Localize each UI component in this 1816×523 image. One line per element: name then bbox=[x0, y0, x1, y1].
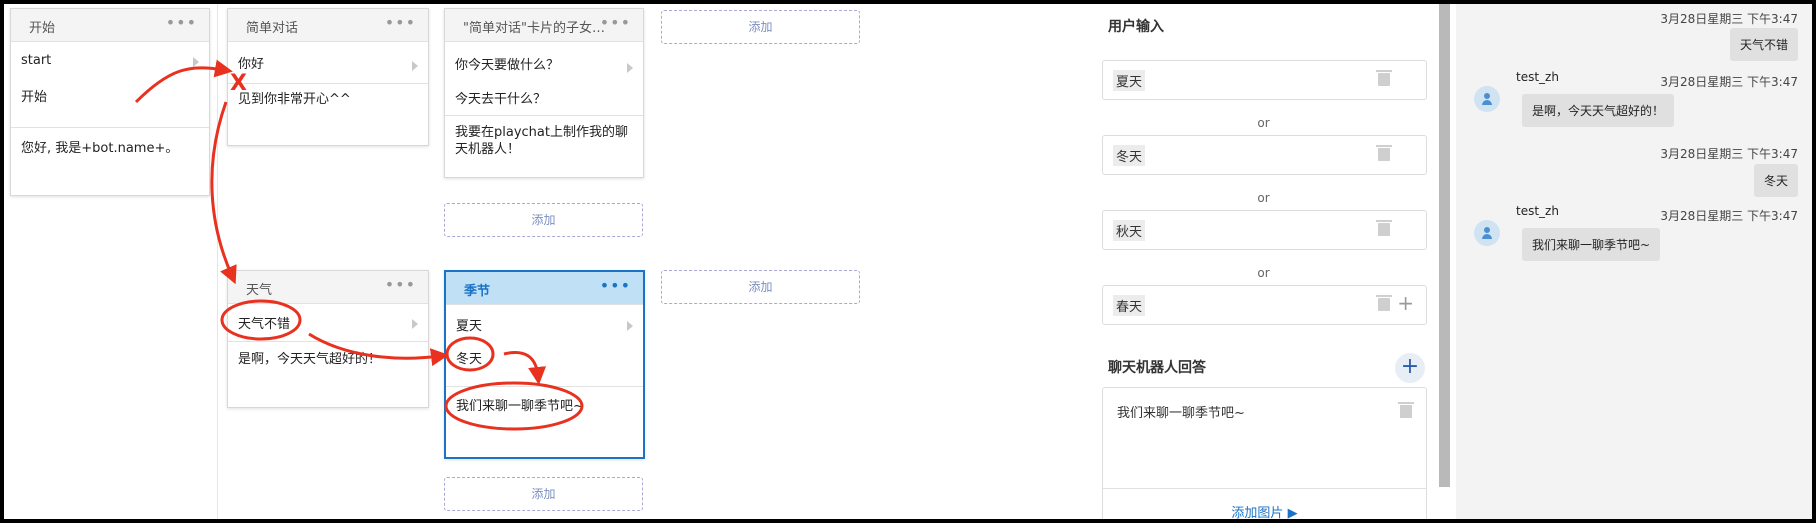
screenshot-frame: 开始 ••• start 开始 您好, 我是+bot.name+。 简单对话 •… bbox=[4, 4, 1812, 519]
user-input-title: 用户输入 bbox=[1108, 19, 1164, 35]
trash-icon[interactable] bbox=[1376, 145, 1392, 161]
user-message-bubble: 冬天 bbox=[1753, 164, 1798, 197]
bot-answer-title: 聊天机器人回答 bbox=[1108, 360, 1206, 376]
trash-icon[interactable] bbox=[1398, 402, 1414, 418]
bot-name: test_zh bbox=[1516, 70, 1559, 84]
add-input-icon[interactable]: + bbox=[1397, 293, 1414, 313]
dialog-graph-canvas: 开始 ••• start 开始 您好, 我是+bot.name+。 简单对话 •… bbox=[4, 4, 1086, 519]
input-value[interactable]: 春天 bbox=[1113, 295, 1146, 316]
annotation-arrow bbox=[210, 101, 237, 285]
annotation-arrow bbox=[134, 59, 233, 104]
message-timestamp: 3月28日星期三 下午3:47 bbox=[1660, 75, 1798, 89]
add-image-label[interactable]: 添加图片 bbox=[1231, 506, 1283, 519]
bot-message-bubble: 我们来聊一聊季节吧~ bbox=[1522, 228, 1661, 261]
annotation-circle bbox=[444, 381, 584, 431]
chat-log-panel: 3月28日星期三 下午3:47 天气不错 test_zh 3月28日星期三 下午… bbox=[1456, 4, 1812, 519]
or-separator: or bbox=[1257, 266, 1270, 280]
message-timestamp: 3月28日星期三 下午3:47 bbox=[1660, 12, 1798, 26]
bot-answer-box[interactable]: 我们来聊一聊季节吧~ 添加图片 ▶ bbox=[1102, 387, 1427, 519]
user-input-field[interactable]: 秋天 bbox=[1102, 210, 1427, 250]
annotation-x-mark: X bbox=[230, 71, 247, 96]
annotation-arrow bbox=[503, 351, 547, 385]
annotation-overlay: X bbox=[134, 59, 584, 431]
bot-name: test_zh bbox=[1516, 204, 1559, 218]
annotation-circle bbox=[445, 336, 495, 372]
user-message-bubble: 天气不错 bbox=[1729, 28, 1798, 61]
input-value[interactable]: 秋天 bbox=[1113, 220, 1146, 241]
trash-icon[interactable] bbox=[1376, 70, 1392, 86]
trash-icon[interactable] bbox=[1376, 220, 1392, 236]
annotation-arrow bbox=[308, 332, 449, 367]
answer-text[interactable]: 我们来聊一聊季节吧~ bbox=[1117, 402, 1245, 421]
bot-avatar bbox=[1474, 220, 1500, 246]
or-separator: or bbox=[1257, 116, 1270, 130]
user-input-field[interactable]: 冬天 bbox=[1102, 135, 1427, 175]
or-separator: or bbox=[1257, 191, 1270, 205]
annotation-circle bbox=[220, 299, 302, 341]
add-answer-button[interactable]: + bbox=[1395, 353, 1425, 383]
add-image-button[interactable]: 添加图片 ▶ bbox=[1103, 502, 1426, 519]
edit-panel: 用户输入 夏天 or 冬天 or 秋天 or 春天 + 聊天机器人回答 + 我们… bbox=[1086, 4, 1436, 519]
bot-message-bubble: 是啊，今天天气超好的！ bbox=[1522, 94, 1675, 127]
caret-right-icon: ▶ bbox=[1287, 506, 1298, 519]
trash-icon[interactable] bbox=[1376, 295, 1392, 311]
message-timestamp: 3月28日星期三 下午3:47 bbox=[1660, 147, 1798, 161]
scrollbar[interactable] bbox=[1439, 4, 1450, 487]
input-value[interactable]: 冬天 bbox=[1113, 145, 1146, 166]
divider bbox=[1103, 488, 1426, 489]
bot-avatar bbox=[1474, 86, 1500, 112]
message-timestamp: 3月28日星期三 下午3:47 bbox=[1660, 209, 1798, 223]
input-value[interactable]: 夏天 bbox=[1113, 70, 1146, 91]
user-input-field[interactable]: 夏天 bbox=[1102, 60, 1427, 100]
user-input-field[interactable]: 春天 + bbox=[1102, 285, 1427, 325]
